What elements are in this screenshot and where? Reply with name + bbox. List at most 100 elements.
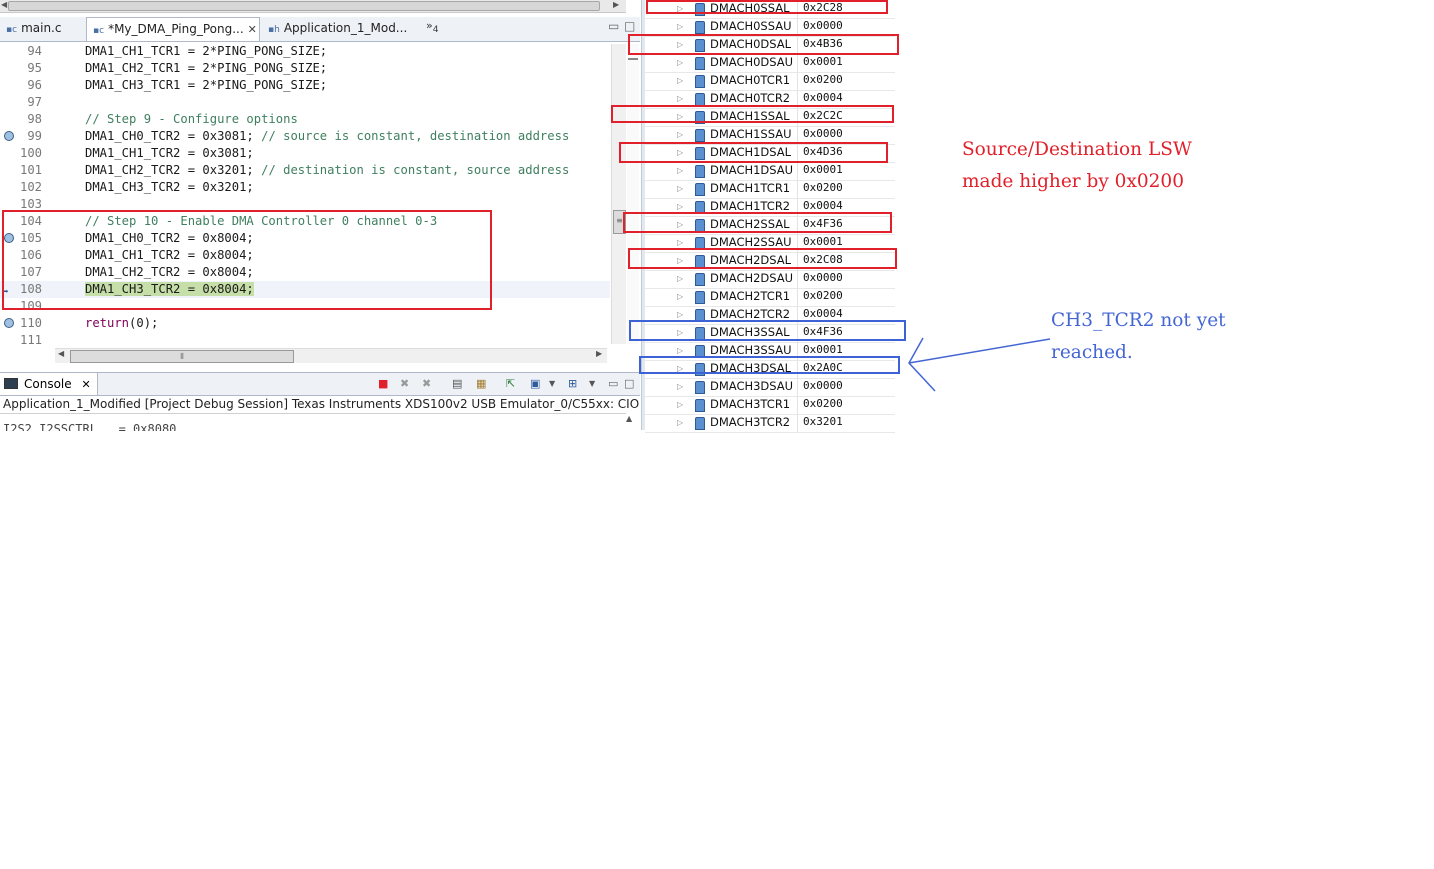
register-icon bbox=[695, 417, 705, 430]
register-row[interactable]: ▷ DMACH0DSAU 0x0001 bbox=[645, 54, 895, 73]
expand-arrow-icon[interactable]: ▷ bbox=[677, 288, 683, 306]
line-number: 98 bbox=[27, 112, 42, 126]
maximize-icon[interactable]: □ bbox=[624, 19, 635, 33]
code-line[interactable]: 97 bbox=[0, 94, 610, 111]
code-statement: DMA1_CH1_TCR1 = 2*PING_PONG_SIZE; bbox=[85, 44, 328, 58]
register-row[interactable]: ▷ DMACH1DSAU 0x0001 bbox=[645, 162, 895, 181]
code-line[interactable]: 95 DMA1_CH2_TCR1 = 2*PING_PONG_SIZE; bbox=[0, 60, 610, 77]
remove-all-icon[interactable]: ✖ bbox=[422, 377, 431, 390]
chevron-down-icon[interactable]: ▼ bbox=[549, 379, 555, 388]
tab-label: main.c bbox=[21, 21, 62, 35]
register-value[interactable]: 0x3201 bbox=[803, 414, 843, 430]
minimize-icon[interactable]: ▭ bbox=[608, 377, 618, 390]
register-icon bbox=[695, 21, 705, 34]
register-value[interactable]: 0x0000 bbox=[803, 18, 843, 34]
expand-arrow-icon[interactable]: ▷ bbox=[677, 396, 683, 414]
code-text: DMA1_CH0_TCR2 = 0x3081; // source is con… bbox=[85, 128, 569, 145]
code-text: // Step 9 - Configure options bbox=[85, 111, 298, 128]
code-text: (0); bbox=[129, 316, 159, 330]
scroll-up-arrow-icon[interactable]: ▲ bbox=[626, 414, 632, 423]
red-highlight-box-code bbox=[2, 210, 492, 310]
column-separator bbox=[797, 162, 798, 180]
expand-arrow-icon[interactable]: ▷ bbox=[677, 270, 683, 288]
pin-console-icon[interactable]: ⇱ bbox=[506, 377, 515, 390]
chevron-down-icon[interactable]: ▼ bbox=[589, 379, 595, 388]
code-line[interactable]: 111 bbox=[0, 332, 610, 348]
register-row[interactable]: ▷ DMACH3TCR1 0x0200 bbox=[645, 396, 895, 415]
scroll-lock-icon[interactable]: ▦ bbox=[476, 377, 486, 390]
clear-console-icon[interactable]: ▤ bbox=[452, 377, 462, 390]
display-console-icon[interactable]: ▣ bbox=[530, 377, 540, 390]
register-name: DMACH0DSAU bbox=[710, 55, 794, 69]
register-value[interactable]: 0x0004 bbox=[803, 90, 843, 106]
maximize-icon[interactable]: □ bbox=[624, 377, 634, 390]
expand-arrow-icon[interactable]: ▷ bbox=[677, 54, 683, 72]
register-value[interactable]: 0x0000 bbox=[803, 270, 843, 286]
chevron-double-right-icon: » bbox=[426, 19, 433, 32]
code-statement: DMA1_CH2_TCR2 = 0x3201; bbox=[85, 163, 262, 177]
code-line[interactable]: 110 return(0); bbox=[0, 315, 610, 332]
code-comment: // source is constant, destination addre… bbox=[261, 129, 570, 143]
register-value[interactable]: 0x0000 bbox=[803, 126, 843, 142]
editor-vertical-scrollbar[interactable]: ≡ bbox=[611, 44, 626, 344]
scroll-right-arrow-icon[interactable]: ▶ bbox=[613, 0, 619, 9]
code-line[interactable]: 94 DMA1_CH1_TCR1 = 2*PING_PONG_SIZE; bbox=[0, 43, 610, 60]
open-console-icon[interactable]: ⊞ bbox=[568, 377, 577, 390]
expand-arrow-icon[interactable]: ▷ bbox=[677, 72, 683, 90]
blue-highlight-box-dmach3dsal bbox=[639, 356, 900, 374]
register-value[interactable]: 0x0000 bbox=[803, 378, 843, 394]
tab-application-1-mod[interactable]: ▪h Application_1_Mod... bbox=[262, 17, 422, 40]
register-value[interactable]: 0x0001 bbox=[803, 162, 843, 178]
register-row[interactable]: ▷ DMACH2DSAU 0x0000 bbox=[645, 270, 895, 289]
scroll-left-arrow-icon[interactable]: ◀ bbox=[1, 0, 7, 9]
register-row[interactable]: ▷ DMACH3TCR2 0x3201 bbox=[645, 414, 895, 433]
code-line[interactable]: 101 DMA1_CH2_TCR2 = 0x3201; // destinatio… bbox=[0, 162, 610, 179]
register-value[interactable]: 0x0200 bbox=[803, 180, 843, 196]
scrollbar-thumb[interactable]: ⦀ bbox=[70, 350, 294, 363]
code-comment: // Step 9 - Configure options bbox=[85, 112, 298, 126]
register-icon bbox=[695, 381, 705, 394]
register-name: DMACH1TCR1 bbox=[710, 181, 791, 195]
close-tab-icon[interactable]: ✕ bbox=[248, 23, 257, 36]
register-value[interactable]: 0x0200 bbox=[803, 288, 843, 304]
note-line: Source/Destination LSW bbox=[962, 139, 1192, 160]
minimize-icon[interactable]: ▭ bbox=[608, 19, 619, 33]
scrollbar-thumb[interactable] bbox=[8, 1, 600, 11]
register-row[interactable]: ▷ DMACH3DSAU 0x0000 bbox=[645, 378, 895, 397]
column-separator bbox=[797, 54, 798, 72]
register-value[interactable]: 0x0001 bbox=[803, 54, 843, 70]
tab-main-c[interactable]: ▪c main.c bbox=[0, 17, 86, 40]
remove-launch-icon[interactable]: ✖ bbox=[400, 377, 409, 390]
console-output[interactable]: I2S2_I2SSCTRL = 0x8080 bbox=[0, 413, 626, 431]
code-statement: DMA1_CH2_TCR1 = 2*PING_PONG_SIZE; bbox=[85, 61, 328, 75]
terminate-icon[interactable]: ■ bbox=[378, 377, 388, 390]
expand-arrow-icon[interactable]: ▷ bbox=[677, 180, 683, 198]
code-line[interactable]: 96 DMA1_CH3_TCR1 = 2*PING_PONG_SIZE; bbox=[0, 77, 610, 94]
code-line[interactable]: 98 // Step 9 - Configure options bbox=[0, 111, 610, 128]
blue-arrow-icon bbox=[908, 337, 1051, 392]
register-value[interactable]: 0x0200 bbox=[803, 72, 843, 88]
expand-arrow-icon[interactable]: ▷ bbox=[677, 378, 683, 396]
code-line[interactable]: 99 DMA1_CH0_TCR2 = 0x3081; // source is c… bbox=[0, 128, 610, 145]
top-horizontal-scrollbar[interactable]: ◀ ▶ bbox=[0, 0, 626, 13]
tab-overflow-button[interactable]: »4 bbox=[426, 19, 439, 35]
scroll-left-arrow-icon[interactable]: ◀ bbox=[58, 349, 64, 358]
register-name: DMACH3TCR2 bbox=[710, 415, 791, 429]
tab-console[interactable]: Console ✕ bbox=[0, 373, 98, 395]
editor-horizontal-scrollbar[interactable]: ◀ ⦀ ▶ bbox=[55, 348, 607, 363]
register-row[interactable]: ▷ DMACH0TCR1 0x0200 bbox=[645, 72, 895, 91]
code-line[interactable]: 102 DMA1_CH3_TCR2 = 0x3201; bbox=[0, 179, 610, 196]
overflow-count: 4 bbox=[432, 24, 439, 36]
expand-arrow-icon[interactable]: ▷ bbox=[677, 162, 683, 180]
expand-arrow-icon[interactable]: ▷ bbox=[677, 414, 683, 432]
column-separator bbox=[797, 180, 798, 198]
tab-my-dma-ping-pong[interactable]: ▪c *My_DMA_Ping_Pong... ✕ bbox=[86, 17, 260, 41]
blue-highlight-box-dmach3ssal bbox=[629, 320, 906, 341]
close-tab-icon[interactable]: ✕ bbox=[81, 378, 90, 391]
register-value[interactable]: 0x0200 bbox=[803, 396, 843, 412]
register-row[interactable]: ▷ DMACH2TCR1 0x0200 bbox=[645, 288, 895, 307]
register-row[interactable]: ▷ DMACH1TCR1 0x0200 bbox=[645, 180, 895, 199]
code-line[interactable]: 100 DMA1_CH1_TCR2 = 0x3081; bbox=[0, 145, 610, 162]
scroll-right-arrow-icon[interactable]: ▶ bbox=[596, 349, 602, 358]
code-text: DMA1_CH1_TCR2 = 0x3081; bbox=[85, 145, 254, 162]
